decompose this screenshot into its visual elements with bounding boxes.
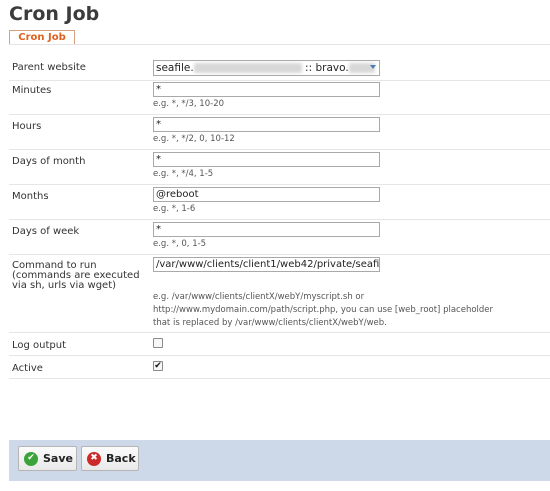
command-hint-line1: e.g. /var/www/clients/clientX/webY/myscr… [153,292,365,302]
days-of-week-label: Days of week [12,226,80,237]
minutes-hint: e.g. *, */3, 10-20 [153,99,225,109]
log-output-checkbox[interactable] [153,338,163,348]
page-title: Cron Job [9,3,100,25]
row-days-of-month: Days of month * e.g. *, */4, 1-5 [9,150,550,185]
days-of-month-hint: e.g. *, */4, 1-5 [153,169,214,179]
months-label: Months [12,191,49,202]
form-footer: ✔ Save ✖ Back [9,440,550,481]
tab-divider [9,44,550,45]
hours-label: Hours [12,121,42,132]
checkmark-icon: ✔ [24,452,38,466]
days-of-week-hint: e.g. *, 0, 1-5 [153,239,207,249]
months-hint: e.g. *, 1-6 [153,204,196,214]
row-parent-website: Parent website seafile. :: bravo. [9,56,550,81]
active-checkbox[interactable]: ✔ [153,361,163,371]
hours-input[interactable]: * [153,117,380,132]
parent-website-value-middle: :: bravo. [305,62,349,74]
log-output-label: Log output [12,340,67,351]
row-hours: Hours * e.g. *, */2, 0, 10-12 [9,115,550,150]
tab-cron-job[interactable]: Cron Job [9,30,75,45]
back-button-label: Back [106,452,136,465]
cancel-icon: ✖ [87,452,101,466]
command-hint-line3: that is replaced by /var/www/clients/cli… [153,318,387,328]
hours-hint: e.g. *, */2, 0, 10-12 [153,134,235,144]
chevron-down-icon [370,65,376,69]
back-button[interactable]: ✖ Back [81,446,139,471]
minutes-input[interactable]: * [153,82,380,97]
row-active: Active ✔ [9,356,550,379]
redacted-blur [193,63,302,73]
command-input[interactable]: /var/www/clients/client1/web42/private/s… [153,257,380,272]
save-button-label: Save [43,452,73,465]
command-hint-line2: http://www.mydomain.com/path/script.php,… [153,305,494,315]
days-of-week-input[interactable]: * [153,222,380,237]
row-months: Months @reboot e.g. *, 1-6 [9,185,550,220]
active-label: Active [12,363,43,374]
parent-website-value-prefix: seafile. [156,62,194,74]
row-days-of-week: Days of week * e.g. *, 0, 1-5 [9,220,550,255]
command-label-line3: via sh, urls via wget) [12,280,117,291]
row-command: Command to run (commands are executed vi… [9,255,550,333]
parent-website-label: Parent website [12,62,86,73]
days-of-month-input[interactable]: * [153,152,380,167]
parent-website-select[interactable]: seafile. :: bravo. [153,60,380,76]
row-minutes: Minutes * e.g. *, */3, 10-20 [9,81,550,115]
days-of-month-label: Days of month [12,156,86,167]
row-log-output: Log output [9,333,550,356]
months-input[interactable]: @reboot [153,187,380,202]
minutes-label: Minutes [12,85,52,96]
save-button[interactable]: ✔ Save [18,446,77,471]
